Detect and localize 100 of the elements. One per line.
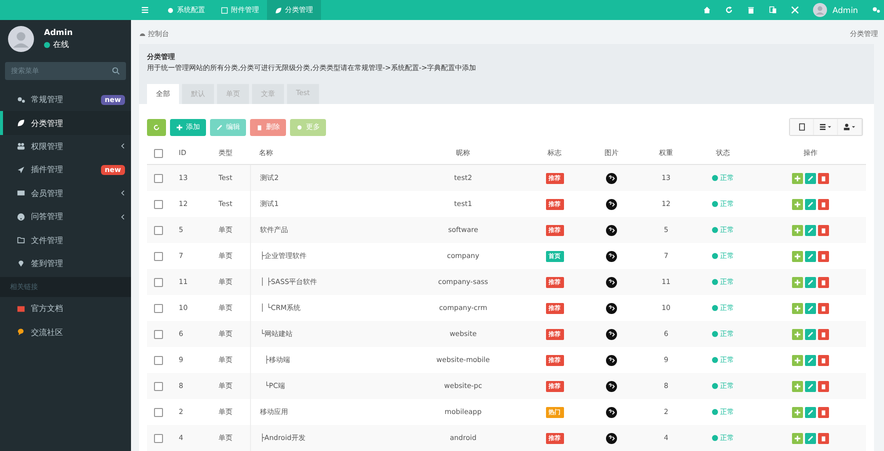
export-dropdown-button[interactable]	[838, 119, 862, 135]
trash-icon	[820, 434, 828, 442]
row-checkbox[interactable]	[154, 278, 164, 286]
delete-button[interactable]	[818, 276, 830, 288]
menu-item[interactable]: 权限管理	[0, 134, 131, 158]
plus-icon	[794, 434, 802, 442]
add-child-button[interactable]	[792, 250, 804, 262]
plus-icon	[176, 124, 183, 130]
edit-button[interactable]	[805, 172, 816, 184]
pencil-icon	[807, 330, 814, 338]
columns-button[interactable]	[790, 119, 814, 135]
select-all-checkbox[interactable]	[154, 148, 164, 158]
plus-icon	[794, 252, 802, 260]
add-child-button[interactable]	[792, 224, 804, 236]
pencil-icon	[807, 200, 814, 208]
row-checkbox[interactable]	[154, 304, 164, 312]
menu-item[interactable]: 签到管理	[0, 252, 131, 276]
user-name: Admin	[44, 28, 73, 37]
pencil-icon	[807, 408, 814, 416]
row-checkbox[interactable]	[154, 330, 164, 338]
broken-image-icon	[606, 224, 618, 236]
edit-button[interactable]	[805, 432, 816, 444]
edit-button[interactable]	[805, 302, 816, 314]
plus-icon	[794, 356, 802, 364]
add-child-button[interactable]	[792, 432, 804, 444]
view-dropdown-button[interactable]	[814, 119, 838, 135]
search-icon[interactable]	[112, 67, 120, 75]
menu-item[interactable]: 问答管理	[0, 204, 131, 228]
pencil-icon	[807, 356, 814, 364]
row-checkbox[interactable]	[154, 408, 164, 416]
delete-button[interactable]	[818, 224, 830, 236]
edit-button[interactable]	[805, 250, 816, 262]
broken-image-icon	[606, 198, 618, 210]
menu-item[interactable]: 会员管理	[0, 182, 131, 205]
edit-button[interactable]	[805, 380, 816, 392]
leaf-icon	[17, 119, 25, 128]
link-item[interactable]: 交流社区	[0, 320, 131, 344]
add-child-button[interactable]	[792, 276, 804, 288]
add-child-button[interactable]	[792, 354, 804, 366]
row-checkbox[interactable]	[154, 382, 164, 390]
trash-icon	[820, 278, 828, 286]
row-checkbox[interactable]	[154, 200, 164, 208]
delete-button[interactable]	[818, 432, 830, 444]
trash-icon	[820, 252, 828, 260]
map-pin-icon	[17, 259, 25, 268]
row-checkbox[interactable]	[154, 252, 164, 260]
delete-button[interactable]	[818, 302, 830, 314]
edit-button[interactable]	[805, 276, 816, 288]
trash-icon	[820, 382, 828, 390]
trash-icon	[820, 356, 828, 364]
broken-image-icon	[606, 302, 618, 314]
gears-icon[interactable]	[872, 6, 880, 14]
delete-button[interactable]	[818, 406, 830, 418]
row-checkbox[interactable]	[154, 434, 164, 442]
paper-plane-icon	[17, 166, 25, 174]
delete-button[interactable]	[818, 354, 830, 366]
refresh-button[interactable]	[147, 118, 166, 136]
avatar-icon[interactable]	[812, 3, 826, 17]
add-child-button[interactable]	[792, 328, 804, 340]
row-checkbox[interactable]	[154, 356, 164, 364]
trash-icon	[820, 174, 828, 182]
avatar-icon	[8, 26, 34, 52]
image-icon	[221, 6, 228, 14]
fullscreen-icon[interactable]	[790, 6, 798, 14]
add-child-button[interactable]	[792, 406, 804, 418]
edit-button[interactable]	[805, 406, 816, 418]
refresh-icon[interactable]	[724, 6, 732, 14]
delete-button[interactable]	[818, 328, 830, 340]
users-icon	[17, 142, 25, 150]
home-icon[interactable]	[702, 6, 710, 14]
pencil-icon	[807, 174, 814, 182]
edit-button[interactable]	[805, 198, 816, 210]
delete-button[interactable]	[818, 250, 830, 262]
menu-icon[interactable]	[141, 6, 149, 14]
link-item[interactable]: 官方文档	[0, 297, 131, 321]
menu-item[interactable]: 文件管理	[0, 228, 131, 252]
pencil-icon	[216, 124, 223, 130]
broken-image-icon	[606, 380, 618, 392]
trash-icon	[820, 408, 828, 416]
edit-button[interactable]	[805, 328, 816, 340]
add-child-button[interactable]	[792, 172, 804, 184]
menu-item[interactable]: 分类管理	[0, 111, 131, 135]
add-child-button[interactable]	[792, 302, 804, 314]
delete-button[interactable]	[818, 198, 830, 210]
plus-icon	[794, 408, 802, 416]
row-checkbox[interactable]	[154, 174, 164, 182]
pencil-icon	[807, 382, 814, 390]
add-child-button[interactable]	[792, 198, 804, 210]
trash-icon[interactable]	[746, 6, 754, 14]
delete-button[interactable]	[818, 172, 830, 184]
add-child-button[interactable]	[792, 380, 804, 392]
edit-button[interactable]	[805, 354, 816, 366]
edit-button[interactable]	[805, 224, 816, 236]
broken-image-icon	[606, 250, 618, 262]
pencil-icon	[807, 226, 814, 234]
delete-button[interactable]	[818, 380, 830, 392]
row-checkbox[interactable]	[154, 226, 164, 234]
broken-image-icon	[606, 406, 618, 418]
broken-image-icon	[606, 172, 618, 184]
plus-icon	[794, 382, 802, 390]
